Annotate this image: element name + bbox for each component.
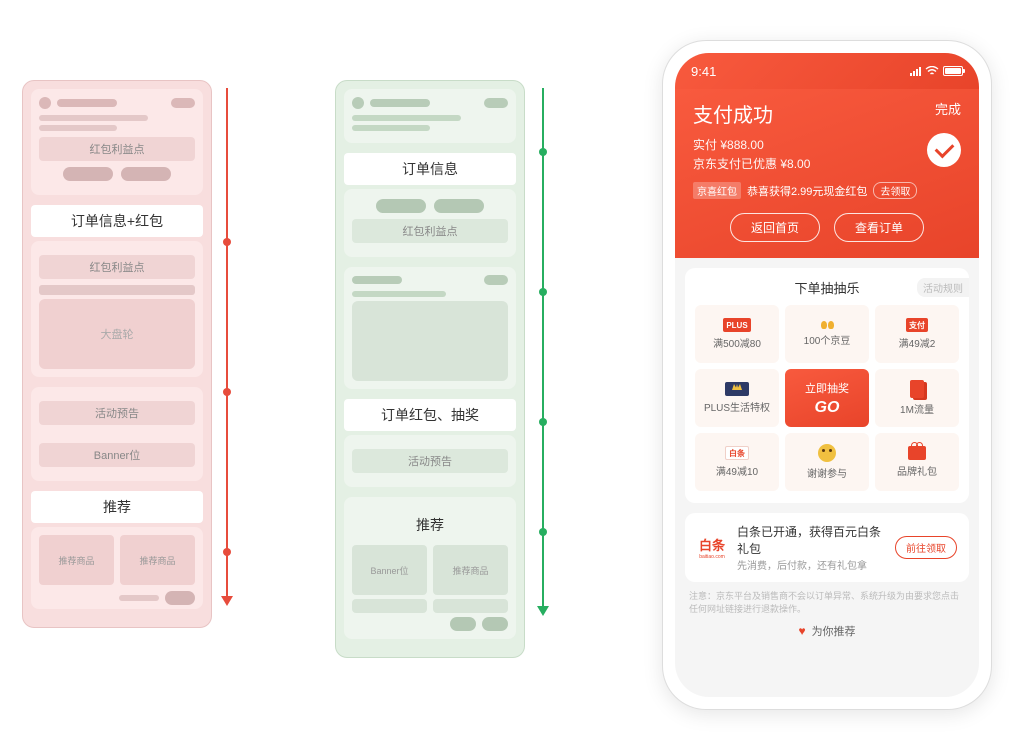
wf-red-bonus-label-2: 红包利益点 (39, 255, 195, 279)
rp-badge: 京喜红包 (693, 182, 741, 199)
baitiao-subtitle: 先消费，后付款，还有礼包拿 (737, 557, 885, 572)
lottery-cell-gift[interactable]: 品牌礼包 (875, 433, 959, 491)
lottery-title: 下单抽抽乐 (794, 278, 859, 297)
wf-red-rec-2: 推荐商品 (120, 535, 195, 585)
battery-icon (943, 66, 963, 76)
wireframe-red: 红包利益点 订单信息+红包 红包利益点 大盘轮 活动预告 Banner位 推荐 … (22, 80, 212, 628)
done-link[interactable]: 完成 (935, 99, 961, 118)
arrow-red (226, 88, 228, 598)
signal-icon (910, 67, 921, 76)
wf-green-rec-cell: 推荐商品 (433, 545, 508, 595)
safety-notice: 注意：京东平台及销售商不会以订单异常、系统升级为由要求您点击任何网址链接进行退款… (675, 590, 979, 615)
arrow-green (542, 88, 544, 608)
wf-red-banner: Banner位 (39, 443, 195, 467)
traffic-card-icon (910, 380, 924, 398)
baitiao-icon: 白条 (725, 446, 749, 460)
baitiao-claim-button[interactable]: 前往领取 (895, 536, 957, 559)
lottery-cell-crown[interactable]: PLUS生活特权 (695, 369, 779, 427)
paid-row: 实付 ¥888.00 (693, 136, 961, 153)
status-icons (910, 66, 963, 76)
wf-red-title-recommend: 推荐 (31, 491, 203, 523)
plus-icon: PLUS (723, 318, 751, 332)
lottery-grid: PLUS满500减80 100个京豆 支付满49减2 PLUS生活特权 立即抽奖… (695, 305, 959, 491)
rp-text: 恭喜获得2.99元现金红包 (747, 183, 867, 199)
wf-red-turntable: 大盘轮 (39, 299, 195, 369)
wf-red-title-order: 订单信息+红包 (31, 205, 203, 237)
lottery-cell-gold[interactable]: 100个京豆 (785, 305, 869, 363)
lottery-rules-link[interactable]: 活动规则 (917, 278, 969, 297)
wireframe-green: 订单信息 红包利益点 订单红包、抽奖 活动预告 推荐 Banner位 推荐商品 (335, 80, 525, 658)
view-order-button[interactable]: 查看订单 (834, 213, 924, 242)
gift-icon (908, 446, 926, 460)
lottery-cell-face[interactable]: 谢谢参与 (785, 433, 869, 491)
gold-bean-icon (821, 321, 834, 329)
wf-green-title-order: 订单信息 (344, 153, 516, 185)
wifi-icon (925, 66, 939, 76)
heart-icon: ♥ (798, 624, 805, 638)
wf-green-activity: 活动预告 (352, 449, 508, 473)
lottery-card: 下单抽抽乐 活动规则 PLUS满500减80 100个京豆 支付满49减2 PL… (685, 268, 969, 503)
phone-mockup: 9:41 完成 支付成功 实付 ¥888.00 京东支付已优惠 ¥8.00 京喜… (662, 40, 992, 710)
wf-green-lottery-card (344, 267, 516, 389)
status-bar: 9:41 (675, 53, 979, 89)
wf-red-rec-1: 推荐商品 (39, 535, 114, 585)
recommend-label: 为你推荐 (812, 623, 856, 639)
payment-header: 完成 支付成功 实付 ¥888.00 京东支付已优惠 ¥8.00 京喜红包 恭喜… (675, 89, 979, 258)
pay-icon: 支付 (906, 318, 928, 332)
status-time: 9:41 (691, 64, 716, 79)
wf-red-bonus-label-1: 红包利益点 (39, 137, 195, 161)
wf-red-activity: 活动预告 (39, 401, 195, 425)
lottery-cell-pay[interactable]: 支付满49减2 (875, 305, 959, 363)
wf-green-recommend-card: 推荐 Banner位 推荐商品 (344, 497, 516, 639)
wf-red-bonus-card: 红包利益点 大盘轮 (31, 241, 203, 377)
wf-red-order-card: 红包利益点 (31, 89, 203, 195)
lottery-go-button[interactable]: 立即抽奖GO (785, 369, 869, 427)
wf-green-order-card (344, 89, 516, 143)
lottery-cell-card[interactable]: 1M流量 (875, 369, 959, 427)
wf-green-btns-card: 红包利益点 (344, 189, 516, 257)
lottery-cell-plus[interactable]: PLUS满500减80 (695, 305, 779, 363)
wf-green-activity-card: 活动预告 (344, 435, 516, 487)
wf-red-activity-card: 活动预告 Banner位 (31, 387, 203, 481)
recommend-separator: ♥ 为你推荐 (675, 623, 979, 639)
face-icon (818, 444, 836, 462)
baitiao-title: 白条已开通，获得百元白条礼包 (737, 523, 885, 557)
lottery-cell-bt[interactable]: 白条满49减10 (695, 433, 779, 491)
crown-icon (725, 382, 749, 396)
wf-green-title-lottery: 订单红包、抽奖 (344, 399, 516, 431)
baitiao-logo: 白条 baitiao.com (697, 536, 727, 560)
redpacket-row: 京喜红包 恭喜获得2.99元现金红包 去领取 (693, 182, 961, 199)
baitiao-card: 白条 baitiao.com 白条已开通，获得百元白条礼包 先消费，后付款，还有… (685, 513, 969, 582)
home-button[interactable]: 返回首页 (730, 213, 820, 242)
wf-green-banner-cell: Banner位 (352, 545, 427, 595)
wf-red-recommend-card: 推荐商品 推荐商品 (31, 527, 203, 609)
discount-row: 京东支付已优惠 ¥8.00 (693, 155, 961, 172)
wf-green-bonus-label: 红包利益点 (352, 219, 508, 243)
rp-go-button[interactable]: 去领取 (873, 182, 917, 199)
wf-green-title-recommend: 推荐 (352, 509, 508, 541)
payment-title: 支付成功 (693, 99, 961, 128)
